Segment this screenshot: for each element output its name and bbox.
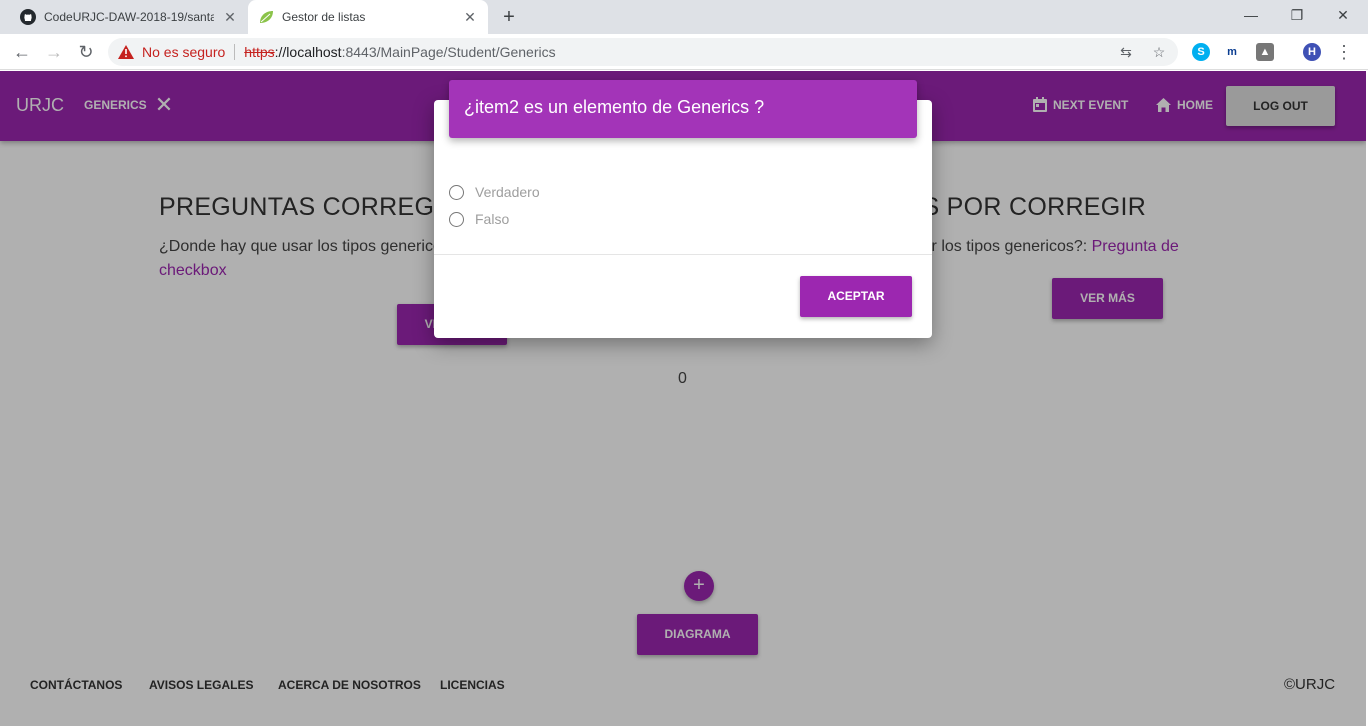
accept-button[interactable]: ACEPTAR xyxy=(800,276,912,317)
new-tab-icon[interactable]: + xyxy=(498,6,520,28)
window-close-icon[interactable]: ✕ xyxy=(1333,6,1353,24)
question-modal: ¿item2 es un elemento de Generics ? Verd… xyxy=(434,80,932,338)
restore-icon[interactable]: ❐ xyxy=(1287,6,1307,24)
url-host: ://localhost xyxy=(274,44,342,60)
bookmark-star-icon[interactable]: ☆ xyxy=(1151,44,1167,61)
modal-divider xyxy=(434,254,932,255)
movistar-extension-icon[interactable]: m xyxy=(1223,43,1241,61)
url-path: :8443/MainPage/Student/Generics xyxy=(341,44,556,60)
spring-leaf-icon xyxy=(260,11,273,23)
browser-tab-github[interactable]: CodeURJC-DAW-2018-19/santat ✕ xyxy=(10,0,248,34)
tab-title: CodeURJC-DAW-2018-19/santat xyxy=(44,10,214,24)
back-icon[interactable]: ← xyxy=(11,41,33,63)
address-bar[interactable]: No es seguro https ://localhost :8443/Ma… xyxy=(108,38,1178,66)
modal-title: ¿item2 es un elemento de Generics ? xyxy=(449,80,917,138)
radio-verdadero[interactable] xyxy=(449,184,464,200)
reload-icon[interactable]: ↻ xyxy=(75,41,97,63)
profile-avatar[interactable]: H xyxy=(1303,43,1321,61)
skype-extension-icon[interactable]: S xyxy=(1192,43,1210,61)
browser-tab-bar: CodeURJC-DAW-2018-19/santat ✕ Gestor de … xyxy=(0,0,1368,34)
browser-menu-icon[interactable]: ⋮ xyxy=(1333,41,1355,63)
tab-title: Gestor de listas xyxy=(282,10,366,24)
tab-close-icon[interactable]: ✕ xyxy=(222,9,238,25)
browser-toolbar: ← → ↻ No es seguro https ://localhost :8… xyxy=(0,34,1368,70)
minimize-icon[interactable]: — xyxy=(1241,6,1261,24)
option-verdadero-label: Verdadero xyxy=(475,184,540,200)
url-scheme: https xyxy=(244,44,275,60)
lock-extension-icon[interactable]: ▲ xyxy=(1256,43,1274,61)
web-page: URJC GENERICS ✕ NEXT EVENT HOME LOG OUT … xyxy=(0,71,1366,726)
security-label[interactable]: No es seguro xyxy=(142,44,225,60)
radio-falso[interactable] xyxy=(449,211,464,227)
forward-icon[interactable]: → xyxy=(43,41,65,63)
translate-icon[interactable]: ⇆ xyxy=(1118,44,1134,61)
tab-close-icon[interactable]: ✕ xyxy=(462,9,478,25)
browser-tab-gestor[interactable]: Gestor de listas ✕ xyxy=(248,0,488,34)
omnibox-separator xyxy=(234,44,236,60)
option-falso[interactable]: Falso xyxy=(449,211,509,227)
option-falso-label: Falso xyxy=(475,211,510,227)
option-verdadero[interactable]: Verdadero xyxy=(449,184,540,200)
github-icon xyxy=(20,9,36,25)
warning-icon xyxy=(118,45,134,59)
